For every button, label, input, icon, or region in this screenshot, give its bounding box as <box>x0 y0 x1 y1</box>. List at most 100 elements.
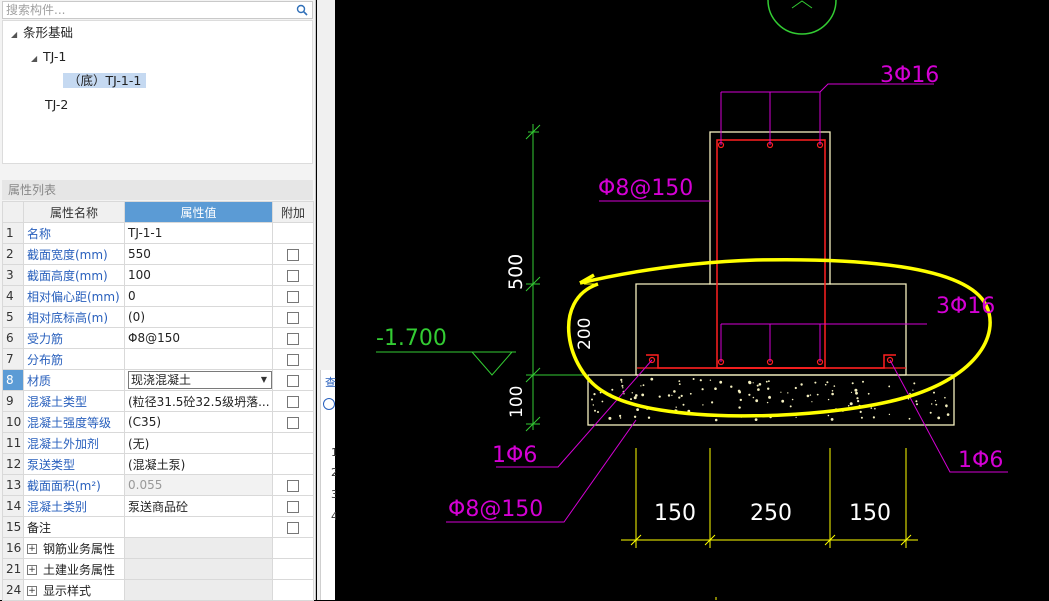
expand-caret-icon[interactable]: ◢ <box>31 49 43 69</box>
label-stirrup: Φ8@150 <box>598 176 693 201</box>
property-value[interactable]: 0 <box>124 285 273 307</box>
hatch-dot <box>933 391 935 394</box>
material-select[interactable]: 现浇混凝土 ▼ <box>128 371 272 389</box>
hatch-dot <box>814 381 817 384</box>
table-row[interactable]: 6 受力筋 Φ8@150 <box>2 327 314 349</box>
expand-plus-icon[interactable]: + <box>27 565 37 575</box>
property-value[interactable] <box>124 516 273 538</box>
extra-checkbox[interactable] <box>287 416 299 429</box>
property-group[interactable]: + 显示样式 <box>23 579 125 601</box>
property-value[interactable] <box>124 348 273 370</box>
hatch-dot <box>800 383 803 386</box>
table-row[interactable]: 7 分布筋 <box>2 348 314 370</box>
table-row[interactable]: 9 混凝土类型 (粒径31.5砼32.5级坍落... <box>2 390 314 412</box>
expand-caret-icon[interactable]: ◢ <box>11 25 23 45</box>
property-value[interactable]: (混凝土泵) <box>124 453 273 475</box>
tree-node-tj1-1[interactable]: （底）TJ-1-1 <box>63 71 147 91</box>
chevron-down-icon[interactable]: ▼ <box>261 372 267 388</box>
extra-checkbox[interactable] <box>287 248 299 261</box>
table-row[interactable]: 11 混凝土外加剂 (无) <box>2 432 314 454</box>
hatch-dot <box>620 381 623 383</box>
hatch-dot <box>913 382 916 385</box>
extra-checkbox[interactable] <box>287 374 299 387</box>
hatch-dot <box>857 400 860 403</box>
axis-mark <box>791 0 813 9</box>
property-name: 混凝土外加剂 <box>23 432 125 454</box>
extra-checkbox[interactable] <box>287 332 299 345</box>
extra-checkbox[interactable] <box>287 269 299 282</box>
property-name: 材质 <box>23 369 125 391</box>
expand-plus-icon[interactable]: + <box>27 586 37 596</box>
hatch-dot <box>872 416 876 419</box>
table-row[interactable]: 12 泵送类型 (混凝土泵) <box>2 453 314 475</box>
hatch-dot <box>702 404 704 406</box>
property-value[interactable]: 泵送商品砼 <box>124 495 273 517</box>
column-header-name[interactable]: 属性名称 <box>23 201 125 223</box>
property-value[interactable]: (无) <box>124 432 273 454</box>
table-row[interactable]: 8 材质 现浇混凝土 ▼ <box>2 369 314 391</box>
property-value[interactable]: 550 <box>124 243 273 265</box>
table-row[interactable]: 2 截面宽度(mm) 550 <box>2 243 314 265</box>
hatch-dot <box>608 416 612 420</box>
extra-checkbox[interactable] <box>287 521 299 534</box>
property-value[interactable]: TJ-1-1 <box>124 222 273 244</box>
cad-drawing-canvas[interactable]: 3Φ16 Φ8@150 3Φ16 -1.700 500 200 100 1Φ6 … <box>336 0 1049 600</box>
hatch-dot <box>860 416 863 419</box>
extra-checkbox[interactable] <box>287 479 299 492</box>
tree-node-root[interactable]: ◢ 条形基础 <box>11 23 73 43</box>
hatch-dot <box>935 403 938 406</box>
table-row[interactable]: 15 备注 <box>2 516 314 538</box>
property-value[interactable]: (C35) <box>124 411 273 433</box>
property-value[interactable]: Φ8@150 <box>124 327 273 349</box>
hatch-dot <box>847 405 850 407</box>
property-group[interactable]: + 钢筋业务属性 <box>23 537 125 559</box>
table-row[interactable]: 5 相对底标高(m) (0) <box>2 306 314 328</box>
table-row[interactable]: 3 截面高度(mm) 100 <box>2 264 314 286</box>
row-number: 21 <box>2 558 24 580</box>
hatch-dot <box>909 392 911 395</box>
column-header-extra[interactable]: 附加 <box>272 201 314 223</box>
radio-icon[interactable] <box>323 398 335 410</box>
property-value[interactable]: (粒径31.5砼32.5级坍落... <box>124 390 273 412</box>
tree-node-tj1[interactable]: ◢ TJ-1 <box>31 47 66 67</box>
property-value[interactable]: (0) <box>124 306 273 328</box>
search-icon[interactable] <box>296 4 308 16</box>
search-input[interactable] <box>6 3 286 17</box>
property-group[interactable]: + 土建业务属性 <box>23 558 125 580</box>
table-row[interactable]: 1 名称 TJ-1-1 <box>2 222 314 244</box>
extra-checkbox[interactable] <box>287 353 299 366</box>
hatch-dot <box>714 387 717 391</box>
table-row[interactable]: 13 截面面积(m²) 0.055 <box>2 474 314 496</box>
extra-checkbox[interactable] <box>287 290 299 303</box>
hatch-dot <box>592 404 594 406</box>
extra-checkbox[interactable] <box>287 500 299 513</box>
panel-tab[interactable]: 查 <box>325 374 336 390</box>
property-value: 0.055 <box>124 474 273 496</box>
hatch-dot <box>824 383 827 386</box>
column-header-value[interactable]: 属性值 <box>124 201 273 223</box>
table-row[interactable]: 14 混凝土类别 泵送商品砼 <box>2 495 314 517</box>
table-row[interactable]: 21 + 土建业务属性 <box>2 558 314 580</box>
hatch-dot <box>768 380 770 383</box>
hatch-dot <box>647 416 651 419</box>
hatch-dot <box>619 417 622 419</box>
table-row[interactable]: 4 相对偏心距(mm) 0 <box>2 285 314 307</box>
table-row[interactable]: 16 + 钢筋业务属性 <box>2 537 314 559</box>
property-value[interactable]: 现浇混凝土 ▼ <box>124 369 273 391</box>
tree-node-tj2[interactable]: TJ-2 <box>45 95 68 115</box>
expand-plus-icon[interactable]: + <box>27 544 37 554</box>
hatch-dot <box>699 379 702 382</box>
hatch-dot <box>791 398 794 401</box>
row-number: 1 <box>2 222 24 244</box>
extra-checkbox[interactable] <box>287 311 299 324</box>
hatch-dot <box>642 384 645 387</box>
table-row[interactable]: 24 + 显示样式 <box>2 579 314 601</box>
hatch-dot <box>619 414 622 417</box>
label-dim-250: 250 <box>750 501 792 526</box>
hatch-dot <box>594 409 596 412</box>
row-number: 5 <box>2 306 24 328</box>
table-row[interactable]: 10 混凝土强度等级 (C35) <box>2 411 314 433</box>
property-name: 相对底标高(m) <box>23 306 125 328</box>
property-value[interactable]: 100 <box>124 264 273 286</box>
extra-checkbox[interactable] <box>287 395 299 408</box>
